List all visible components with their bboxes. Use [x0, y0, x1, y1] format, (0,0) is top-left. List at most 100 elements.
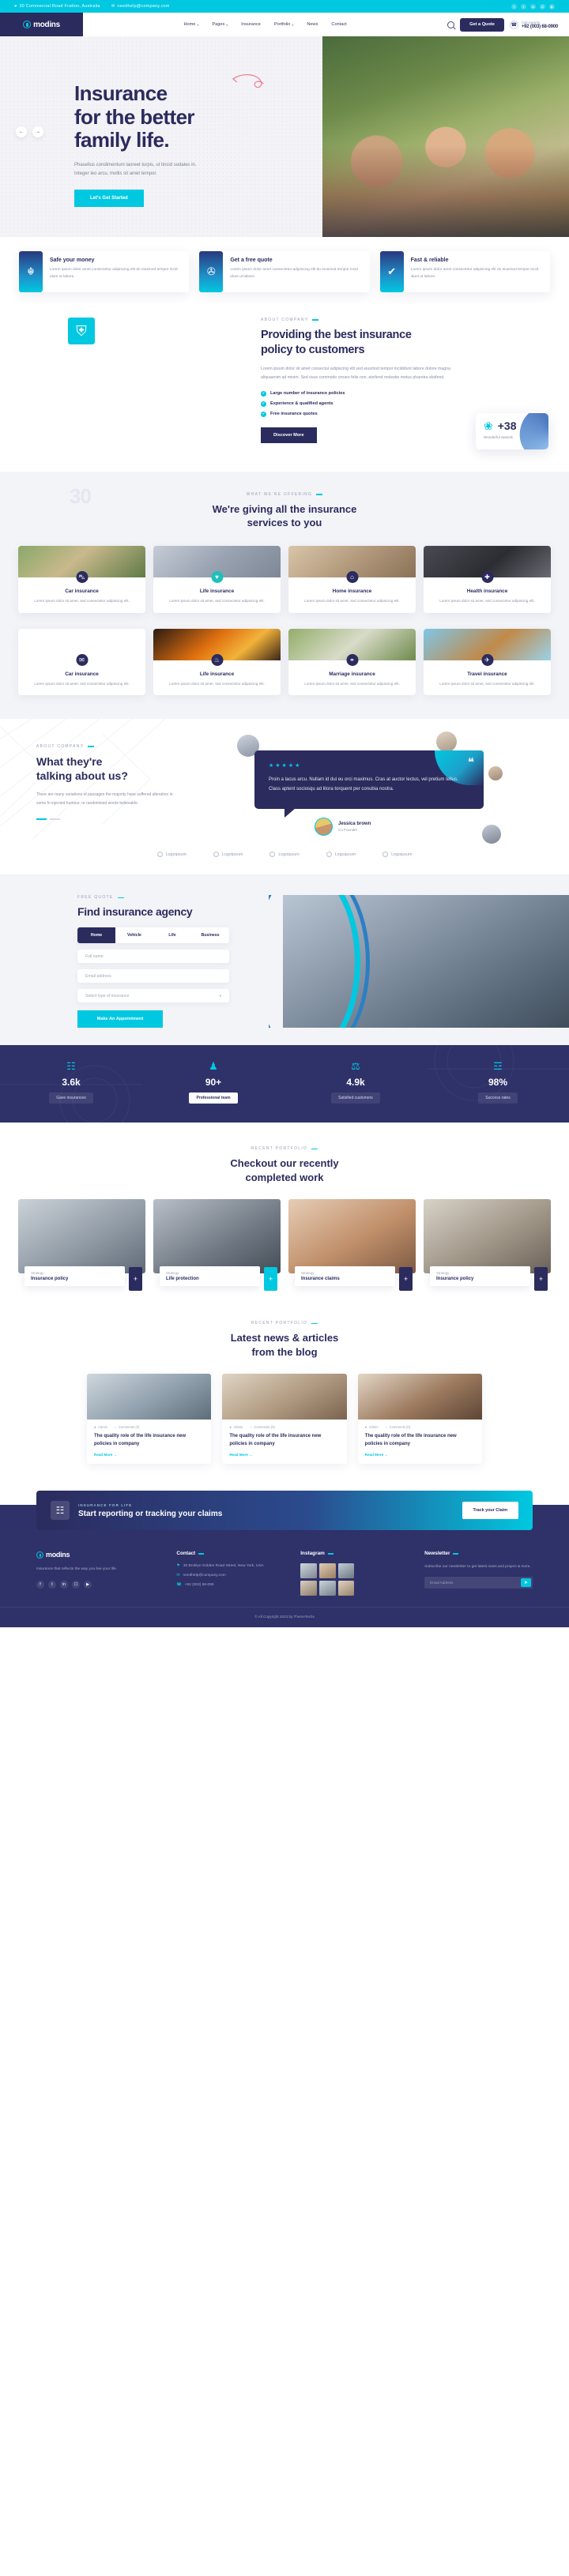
about-heading-line2: policy to customers: [261, 343, 365, 356]
topbar-socials: f t in ☐ ▶: [511, 3, 555, 9]
pagination-dot[interactable]: [50, 818, 60, 821]
search-icon[interactable]: [447, 21, 455, 28]
portfolio-caption: Strategy Life protection: [160, 1266, 260, 1287]
hero-cta-button[interactable]: Let's Get Started: [74, 189, 144, 207]
portfolio-item[interactable]: Strategy Life protection +: [153, 1199, 281, 1292]
site-logo[interactable]: modins: [0, 13, 83, 36]
social-twitter-icon[interactable]: t: [521, 3, 526, 9]
house-icon: ⌂: [346, 571, 358, 584]
footer-contact-phone[interactable]: ☎ +92 (003) 68-090: [176, 1582, 284, 1587]
portfolio-item[interactable]: Strategy Insurance policy +: [424, 1199, 551, 1292]
plus-icon[interactable]: +: [399, 1267, 413, 1292]
slider-prev-arrow-icon[interactable]: ←: [16, 126, 27, 137]
plus-icon[interactable]: +: [129, 1267, 142, 1292]
feature-card[interactable]: ☬ Safe your money Lorem ipsum dolor amet…: [19, 251, 190, 292]
instagram-thumb[interactable]: [337, 1563, 355, 1579]
instagram-thumb[interactable]: [300, 1581, 317, 1596]
social-linkedin-icon[interactable]: in: [530, 3, 536, 9]
list-item: ✓ Large number of insurance policies: [261, 390, 537, 397]
nav-item-portfolio[interactable]: Portfolio ▾: [274, 22, 294, 27]
partner-logo[interactable]: Logoipsum: [382, 852, 412, 858]
blog-read-more-link[interactable]: Read More →: [222, 1448, 346, 1464]
hero-title-line3: family life.: [74, 128, 170, 152]
service-card[interactable]: ✉ Car insurance Lorem ipsum dolor sit am…: [18, 628, 145, 695]
comment-icon: ○: [114, 1425, 117, 1430]
nav-item-contact[interactable]: Contact: [331, 22, 346, 27]
social-twitter-icon[interactable]: t: [48, 1580, 56, 1589]
tab-life[interactable]: Life: [153, 927, 191, 943]
tab-home[interactable]: Home: [77, 927, 115, 944]
tab-vehicle[interactable]: Vehicle: [115, 927, 153, 943]
full-name-input[interactable]: Full name: [77, 950, 229, 964]
social-linkedin-icon[interactable]: in: [60, 1580, 68, 1589]
social-instagram-icon[interactable]: ☐: [72, 1580, 80, 1589]
nav-item-insurance[interactable]: Insurance: [241, 22, 261, 27]
social-facebook-icon[interactable]: f: [36, 1580, 44, 1589]
newsletter-email-input[interactable]: Email Address ➤: [424, 1576, 533, 1589]
social-youtube-icon[interactable]: ▶: [549, 3, 555, 9]
portfolio-item[interactable]: Strategy Insurance claims +: [288, 1199, 416, 1292]
instagram-thumb[interactable]: [300, 1563, 317, 1579]
blog-post-card[interactable]: ● Admin ○ Comments (0) The quality role of…: [357, 1374, 482, 1465]
avatar[interactable]: [488, 766, 503, 780]
make-appointment-button[interactable]: Make An Appointment: [77, 1010, 163, 1029]
instagram-thumb[interactable]: [337, 1581, 355, 1596]
service-card[interactable]: ⚭ Marriage insurance Lorem ipsum dolor s…: [288, 628, 416, 695]
topbar-email[interactable]: ✉ needhelp@company.com: [111, 4, 170, 9]
blog-read-more-link[interactable]: Read More →: [358, 1448, 482, 1464]
slider-next-arrow-icon[interactable]: →: [32, 126, 43, 137]
service-card[interactable]: ♨ Life insurance Lorem ipsum dolor sit a…: [153, 628, 281, 695]
service-card[interactable]: ♥ Life insurance Lorem ipsum dolor sit a…: [153, 546, 281, 613]
footer-email-text: needhelp@company.com: [183, 1573, 226, 1578]
social-youtube-icon[interactable]: ▶: [84, 1580, 92, 1589]
partner-logo[interactable]: Logoipsum: [213, 852, 243, 858]
testimonial-pagination[interactable]: [36, 818, 237, 821]
send-icon[interactable]: ➤: [521, 1578, 532, 1587]
service-card[interactable]: ⌂ Home insurance Lorem ipsum dolor sit a…: [288, 546, 416, 613]
get-a-quote-button[interactable]: Get a Quote: [460, 17, 504, 32]
user-icon: ●: [364, 1425, 367, 1430]
instagram-thumb[interactable]: [318, 1581, 336, 1596]
track-claim-button[interactable]: Track your Claim: [462, 1502, 518, 1520]
portfolio-item[interactable]: Strategy Insurance policy +: [18, 1199, 145, 1292]
call-experts[interactable]: ☎ Call experts +92 (003) 68-0900: [509, 20, 558, 29]
service-card[interactable]: ⛍ Car insurance Lorem ipsum dolor sit am…: [18, 546, 145, 613]
partner-logo[interactable]: Logoipsum: [269, 852, 300, 858]
nav-item-news[interactable]: News: [307, 22, 318, 27]
blog-author: ● Admin: [94, 1425, 107, 1429]
social-facebook-icon[interactable]: f: [511, 3, 517, 9]
blog-post-card[interactable]: ● Admin ○ Comments (0) The quality role of…: [87, 1374, 212, 1465]
avatar[interactable]: [482, 825, 501, 844]
social-instagram-icon[interactable]: ☐: [540, 3, 545, 9]
plus-icon[interactable]: +: [264, 1267, 277, 1292]
nav-item-pages[interactable]: Pages ▾: [212, 22, 228, 27]
feature-card[interactable]: ✇ Get a free quote Lorem ipsum dolor ame…: [199, 251, 370, 292]
eyebrow-dash-icon: [312, 319, 319, 321]
stats-section: ☷ 3.6k Gave insurances ♟ 90+ Professiona…: [0, 1045, 569, 1123]
blog-post-card[interactable]: ● Admin ○ Comments (0) The quality role of…: [222, 1374, 347, 1465]
portfolio-title: Insurance claims: [301, 1277, 340, 1282]
logo-mark-icon: [23, 21, 32, 28]
blog-read-more-link[interactable]: Read More →: [87, 1448, 211, 1464]
tab-business[interactable]: Business: [191, 927, 229, 943]
feature-card[interactable]: ✔ Fast & reliable Lorem ipsum dolor amet…: [379, 251, 550, 292]
partner-logo[interactable]: Logoipsum: [326, 852, 356, 858]
insurance-type-select[interactable]: Select type of insurance ▾: [77, 989, 229, 1003]
nav-item-home[interactable]: Home ▾: [183, 22, 198, 27]
discover-more-button[interactable]: Discover More: [261, 427, 317, 443]
footer-logo[interactable]: modins: [36, 1551, 160, 1559]
input-placeholder: Full name: [85, 953, 104, 959]
testimonial-quote-card: ❝ ★★★★★ Proin a lacus arcu. Nullam id du…: [254, 750, 484, 836]
service-card[interactable]: ✚ Health insurance Lorem ipsum dolor sit…: [424, 546, 551, 613]
footer-contact-email[interactable]: ✉ needhelp@company.com: [176, 1573, 284, 1578]
partner-logo[interactable]: Logoipsum: [156, 852, 187, 858]
email-input[interactable]: Email address: [77, 969, 229, 983]
arc-decoration-cyan: [269, 895, 360, 1029]
service-card[interactable]: ✈ Travel insurance Lorem ipsum dolor sit…: [424, 628, 551, 695]
avatar[interactable]: [436, 731, 457, 752]
stat-number: 90+: [205, 1077, 222, 1089]
instagram-thumb[interactable]: [318, 1563, 336, 1579]
blog-heading-line1: Latest news & articles: [230, 1332, 339, 1344]
plus-icon[interactable]: +: [534, 1267, 548, 1292]
pagination-dot-active[interactable]: [36, 818, 47, 821]
